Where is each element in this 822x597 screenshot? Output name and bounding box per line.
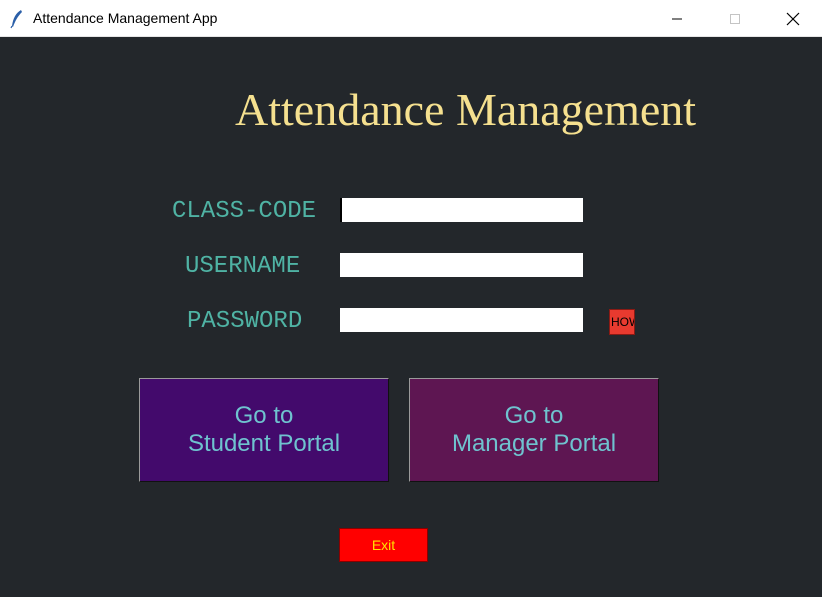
minimize-icon <box>671 13 683 25</box>
class-code-label: CLASS-CODE <box>172 198 317 225</box>
feather-icon <box>10 9 24 29</box>
username-label: USERNAME <box>185 253 301 280</box>
manager-portal-line1: Go to <box>504 402 564 429</box>
show-password-button[interactable]: HOW <box>609 309 635 335</box>
app-window: Attendance Management App Attendance Man… <box>0 0 822 597</box>
window-title: Attendance Management App <box>33 10 218 26</box>
maximize-button[interactable] <box>706 0 764 37</box>
page-title: Attendance Management <box>235 84 697 135</box>
manager-portal-button[interactable]: Go to Manager Portal <box>409 378 659 482</box>
password-input[interactable] <box>340 308 583 332</box>
close-icon <box>786 12 800 26</box>
student-portal-button[interactable]: Go to Student Portal <box>139 378 389 482</box>
minimize-button[interactable] <box>648 0 706 37</box>
maximize-icon <box>729 13 741 25</box>
password-label: PASSWORD <box>187 308 303 335</box>
student-portal-line2: Student Portal <box>187 430 341 457</box>
class-code-input[interactable] <box>340 198 583 222</box>
exit-button[interactable]: Exit <box>339 528 428 562</box>
manager-portal-line2: Manager Portal <box>451 430 617 457</box>
title-bar[interactable]: Attendance Management App <box>0 0 822 37</box>
username-input[interactable] <box>340 253 583 277</box>
student-portal-line1: Go to <box>234 402 294 429</box>
close-button[interactable] <box>764 0 822 37</box>
